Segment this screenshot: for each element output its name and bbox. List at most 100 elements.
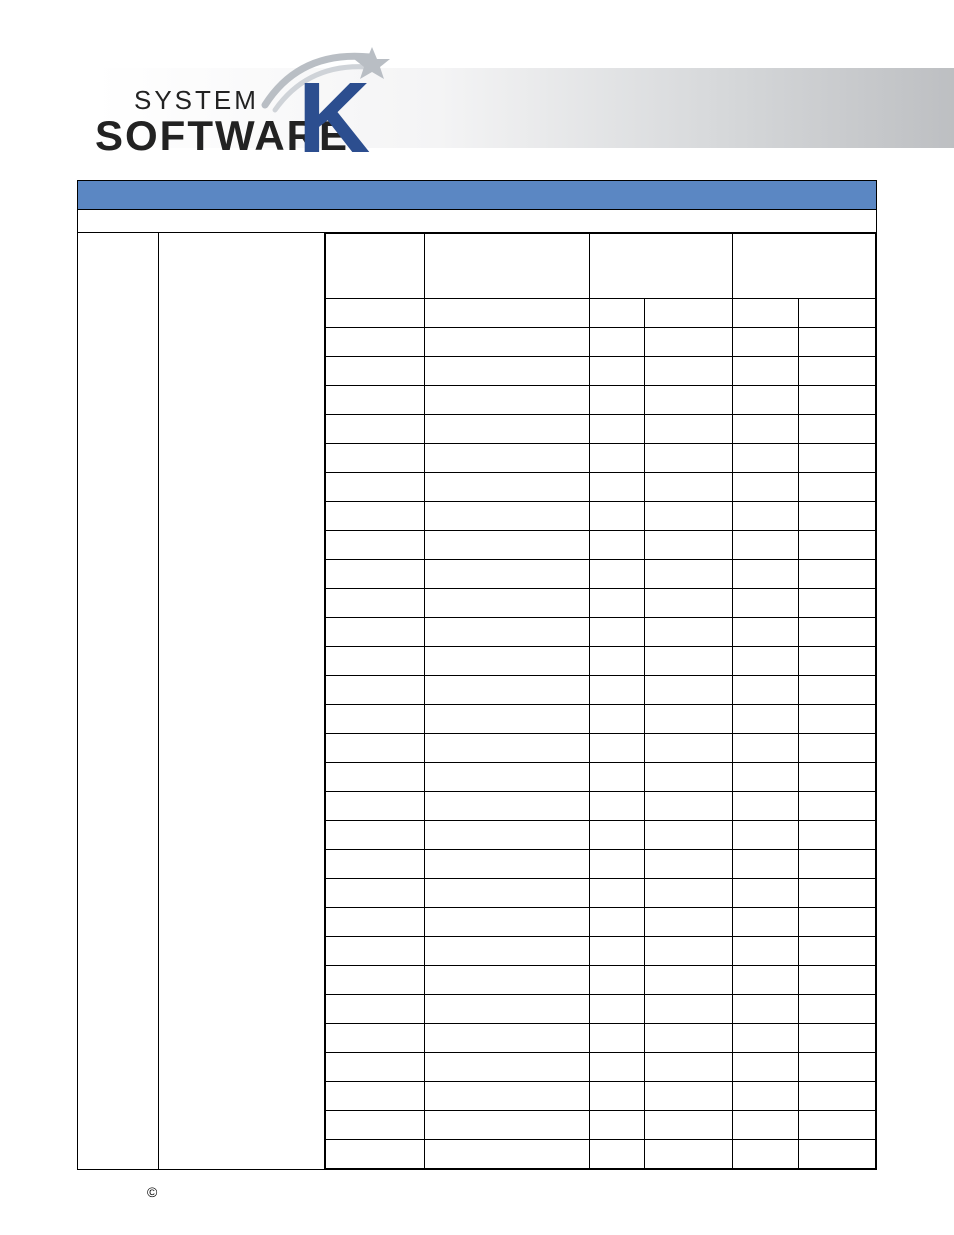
- table-cell: [645, 299, 733, 328]
- table-row: [326, 328, 876, 357]
- copyright-symbol: ©: [147, 1184, 157, 1200]
- table-row: [326, 705, 876, 734]
- table-cell: [425, 937, 590, 966]
- table-cell: [645, 1053, 733, 1082]
- table-cell: [425, 734, 590, 763]
- table-row: [326, 879, 876, 908]
- table-cell: [645, 995, 733, 1024]
- table-cell: [590, 560, 645, 589]
- column-right: [325, 233, 876, 1169]
- table-cell: [799, 821, 876, 850]
- table-cell: [326, 618, 425, 647]
- table-cell: [645, 1111, 733, 1140]
- table-cell: [590, 908, 645, 937]
- table-cell: [733, 792, 799, 821]
- table-cell: [425, 299, 590, 328]
- table-cell: [799, 415, 876, 444]
- table-cell: [425, 676, 590, 705]
- table-cell: [799, 473, 876, 502]
- table-cell: [326, 908, 425, 937]
- table-cell: [590, 1024, 645, 1053]
- title-bar: [77, 180, 877, 209]
- table-cell: [799, 531, 876, 560]
- table-cell: [733, 676, 799, 705]
- table-cell: [425, 589, 590, 618]
- table-row: [326, 618, 876, 647]
- table-cell: [799, 299, 876, 328]
- table-cell: [425, 1140, 590, 1169]
- table-cell: [425, 357, 590, 386]
- table-cell: [799, 908, 876, 937]
- table-cell: [425, 1053, 590, 1082]
- table-row: [326, 1082, 876, 1111]
- table-cell: [425, 879, 590, 908]
- footer: ©: [77, 1184, 877, 1204]
- table-cell: [425, 531, 590, 560]
- table-header-row: [326, 234, 876, 299]
- table-row: [326, 792, 876, 821]
- table-row: [326, 386, 876, 415]
- table-row: [326, 1140, 876, 1169]
- table-cell: [733, 444, 799, 473]
- table-cell: [645, 531, 733, 560]
- table-cell: [799, 937, 876, 966]
- table-cell: [590, 444, 645, 473]
- table-row: [326, 473, 876, 502]
- column-left: [78, 233, 159, 1169]
- table-cell: [645, 850, 733, 879]
- table-cell: [590, 299, 645, 328]
- table-cell: [326, 386, 425, 415]
- table-cell: [326, 792, 425, 821]
- table-cell: [590, 357, 645, 386]
- table-cell: [425, 1082, 590, 1111]
- table-cell: [326, 937, 425, 966]
- table-cell: [733, 299, 799, 328]
- table-cell: [799, 1111, 876, 1140]
- table-cell: [590, 1053, 645, 1082]
- table-cell: [799, 734, 876, 763]
- table-cell: [326, 1082, 425, 1111]
- table-row: [326, 995, 876, 1024]
- table-cell: [645, 444, 733, 473]
- table-cell: [590, 473, 645, 502]
- table-row: [326, 647, 876, 676]
- table-cell: [326, 850, 425, 879]
- table-cell: [425, 1024, 590, 1053]
- table-row: [326, 937, 876, 966]
- table-cell: [326, 676, 425, 705]
- table-cell: [799, 1024, 876, 1053]
- table-cell: [733, 531, 799, 560]
- table-cell: [590, 647, 645, 676]
- table-cell: [326, 299, 425, 328]
- table-cell: [645, 908, 733, 937]
- table-cell: [733, 734, 799, 763]
- table-row: [326, 676, 876, 705]
- table-cell: [645, 589, 733, 618]
- table-cell: [326, 995, 425, 1024]
- table-cell: [326, 879, 425, 908]
- table-cell: [326, 966, 425, 995]
- table-cell: [326, 357, 425, 386]
- table-row: [326, 560, 876, 589]
- table-cell: [733, 937, 799, 966]
- table-cell: [425, 792, 590, 821]
- table-cell: [590, 850, 645, 879]
- table-cell: [733, 705, 799, 734]
- table-row: [326, 357, 876, 386]
- table-row: [326, 589, 876, 618]
- table-cell: [799, 589, 876, 618]
- table-row: [326, 1024, 876, 1053]
- table-cell: [326, 763, 425, 792]
- table-cell: [590, 763, 645, 792]
- table-cell: [799, 1082, 876, 1111]
- table-cell: [590, 705, 645, 734]
- table-cell: [425, 821, 590, 850]
- table-cell: [799, 850, 876, 879]
- table-row: [326, 763, 876, 792]
- data-table: [325, 233, 876, 1169]
- th-3: [590, 234, 733, 299]
- table-cell: [326, 328, 425, 357]
- table-cell: [425, 618, 590, 647]
- table-cell: [590, 937, 645, 966]
- table-cell: [645, 415, 733, 444]
